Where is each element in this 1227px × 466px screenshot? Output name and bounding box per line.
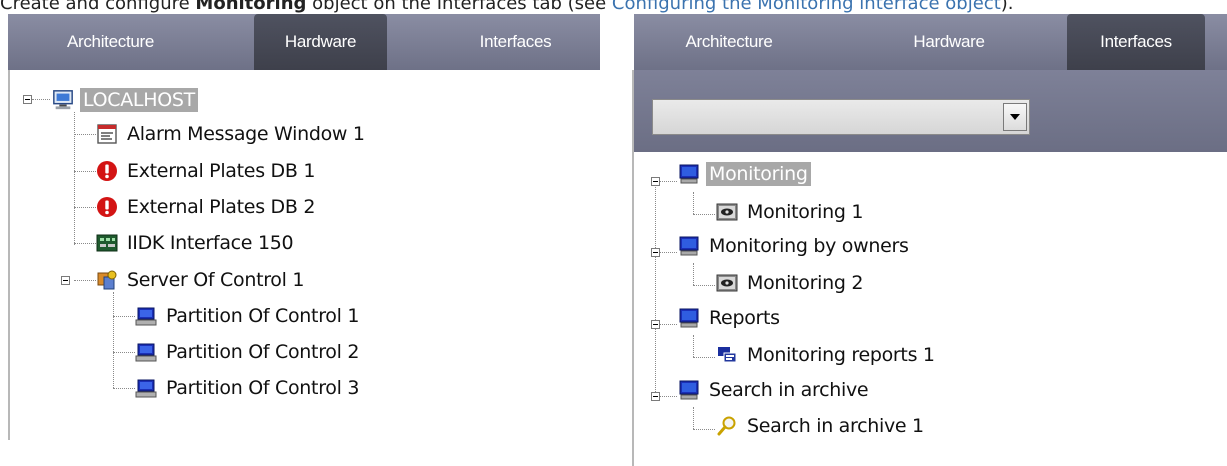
tree-node-reports[interactable]: Reports [678,303,783,333]
tree-node-iidk-interface[interactable]: IIDK Interface 150 [96,228,296,258]
tree-node-label: Partition Of Control 2 [166,341,360,363]
tree-line [74,134,96,135]
tree-line [693,192,694,214]
interface-selector-dropdown[interactable] [652,99,1030,135]
right-panel-border [632,70,634,466]
monitoring-eye-icon [716,272,738,294]
tree-line [74,280,96,281]
tree-node-search-in-archive[interactable]: Search in archive [678,375,871,405]
collapse-toggle[interactable] [651,248,660,257]
tree-line [693,357,715,358]
tree-node-partition-1[interactable]: Partition Of Control 1 [135,301,362,331]
tree-line [74,112,75,245]
tree-node-localhost[interactable]: LOCALHOST [52,85,198,115]
tree-node-label: External Plates DB 2 [127,196,316,218]
alert-icon [96,160,118,182]
dropdown-button[interactable] [1003,103,1027,131]
collapse-toggle[interactable] [61,276,70,285]
tab-hardware[interactable]: Hardware [254,14,387,70]
tree-node-monitoring-reports-1[interactable]: Monitoring reports 1 [716,340,938,370]
tree-node-external-plates-db-2[interactable]: External Plates DB 2 [96,192,318,222]
tree-line [74,243,96,244]
tree-node-alarm-message-window[interactable]: Alarm Message Window 1 [96,119,368,149]
tree-line [74,207,96,208]
tree-line [693,429,715,430]
interfaces-toolbar [634,70,1227,152]
tree-node-monitoring-2[interactable]: Monitoring 2 [716,268,866,298]
tree-line [693,214,715,215]
tree-line [693,407,694,429]
tree-line [113,316,135,317]
monitor-icon [678,307,700,329]
tree-node-label: Alarm Message Window 1 [127,123,365,145]
tree-node-label: Monitoring 1 [747,201,864,223]
computer-icon [52,89,74,111]
interface-board-icon [96,232,118,254]
tree-node-server-of-control[interactable]: Server Of Control 1 [96,265,307,295]
tree-node-label: Monitoring 2 [747,272,864,294]
caption-middle: object on the Interfaces tab (see [306,0,612,14]
caption-prefix: Create and configure [0,0,196,14]
right-tab-bar: Architecture Hardware Interfaces [634,14,1227,70]
tree-node-partition-3[interactable]: Partition Of Control 3 [135,373,362,403]
tree-node-label: Server Of Control 1 [127,269,305,291]
tab-interfaces[interactable]: Interfaces [1067,14,1205,70]
left-panel-border [8,70,10,440]
tab-architecture[interactable]: Architecture [639,14,819,70]
reports-icon [716,344,738,366]
monitor-icon [678,163,700,185]
tree-node-label: Monitoring reports 1 [747,344,935,366]
left-tab-bar: Architecture Hardware Interfaces [8,14,600,70]
tree-node-label: LOCALHOST [80,88,198,112]
tree-node-label: Search in archive 1 [747,415,924,437]
tree-node-partition-2[interactable]: Partition Of Control 2 [135,337,362,367]
tree-node-label: Partition Of Control 3 [166,377,360,399]
tree-node-monitoring-by-owners[interactable]: Monitoring by owners [678,231,912,261]
caption-suffix: ). [1000,0,1014,14]
caption-bold: Monitoring [195,0,307,14]
partition-icon [135,341,157,363]
tree-line [32,99,50,100]
tree-line [693,263,694,285]
tree-line [113,292,114,388]
tree-node-label: Reports [709,307,780,329]
tree-node-label: External Plates DB 1 [127,160,316,182]
message-window-icon [96,123,118,145]
tree-line [693,335,694,357]
tree-node-search-in-archive-1[interactable]: Search in archive 1 [716,411,927,441]
tree-line [113,352,135,353]
tab-architecture[interactable]: Architecture [8,14,213,70]
monitor-icon [678,379,700,401]
collapse-toggle[interactable] [651,320,660,329]
tab-interfaces[interactable]: Interfaces [438,14,593,70]
collapse-toggle[interactable] [23,95,32,104]
tree-node-label: IIDK Interface 150 [127,232,294,254]
tree-node-label: Partition Of Control 1 [166,305,360,327]
alert-icon [96,196,118,218]
tree-node-label: Search in archive [709,379,869,401]
tree-line [74,171,96,172]
collapse-toggle[interactable] [651,177,660,186]
server-control-icon [96,269,118,291]
tree-node-label: Monitoring [706,162,811,186]
tab-hardware[interactable]: Hardware [864,14,1034,70]
tree-line [693,285,715,286]
tree-line [113,388,135,389]
tree-node-label: Monitoring by owners [709,235,909,257]
caption-text: Create and configure Monitoring object o… [0,0,1227,15]
partition-icon [135,305,157,327]
caption-link[interactable]: Configuring the Monitoring interface obj… [612,0,1001,14]
tree-line [655,183,656,396]
tree-node-monitoring-1[interactable]: Monitoring 1 [716,197,866,227]
partition-icon [135,377,157,399]
collapse-toggle[interactable] [651,392,660,401]
chevron-down-icon [1010,114,1020,120]
monitor-icon [678,235,700,257]
magnifier-icon [716,415,738,437]
monitoring-eye-icon [716,201,738,223]
tree-node-monitoring[interactable]: Monitoring [678,159,811,189]
tree-node-external-plates-db-1[interactable]: External Plates DB 1 [96,156,318,186]
